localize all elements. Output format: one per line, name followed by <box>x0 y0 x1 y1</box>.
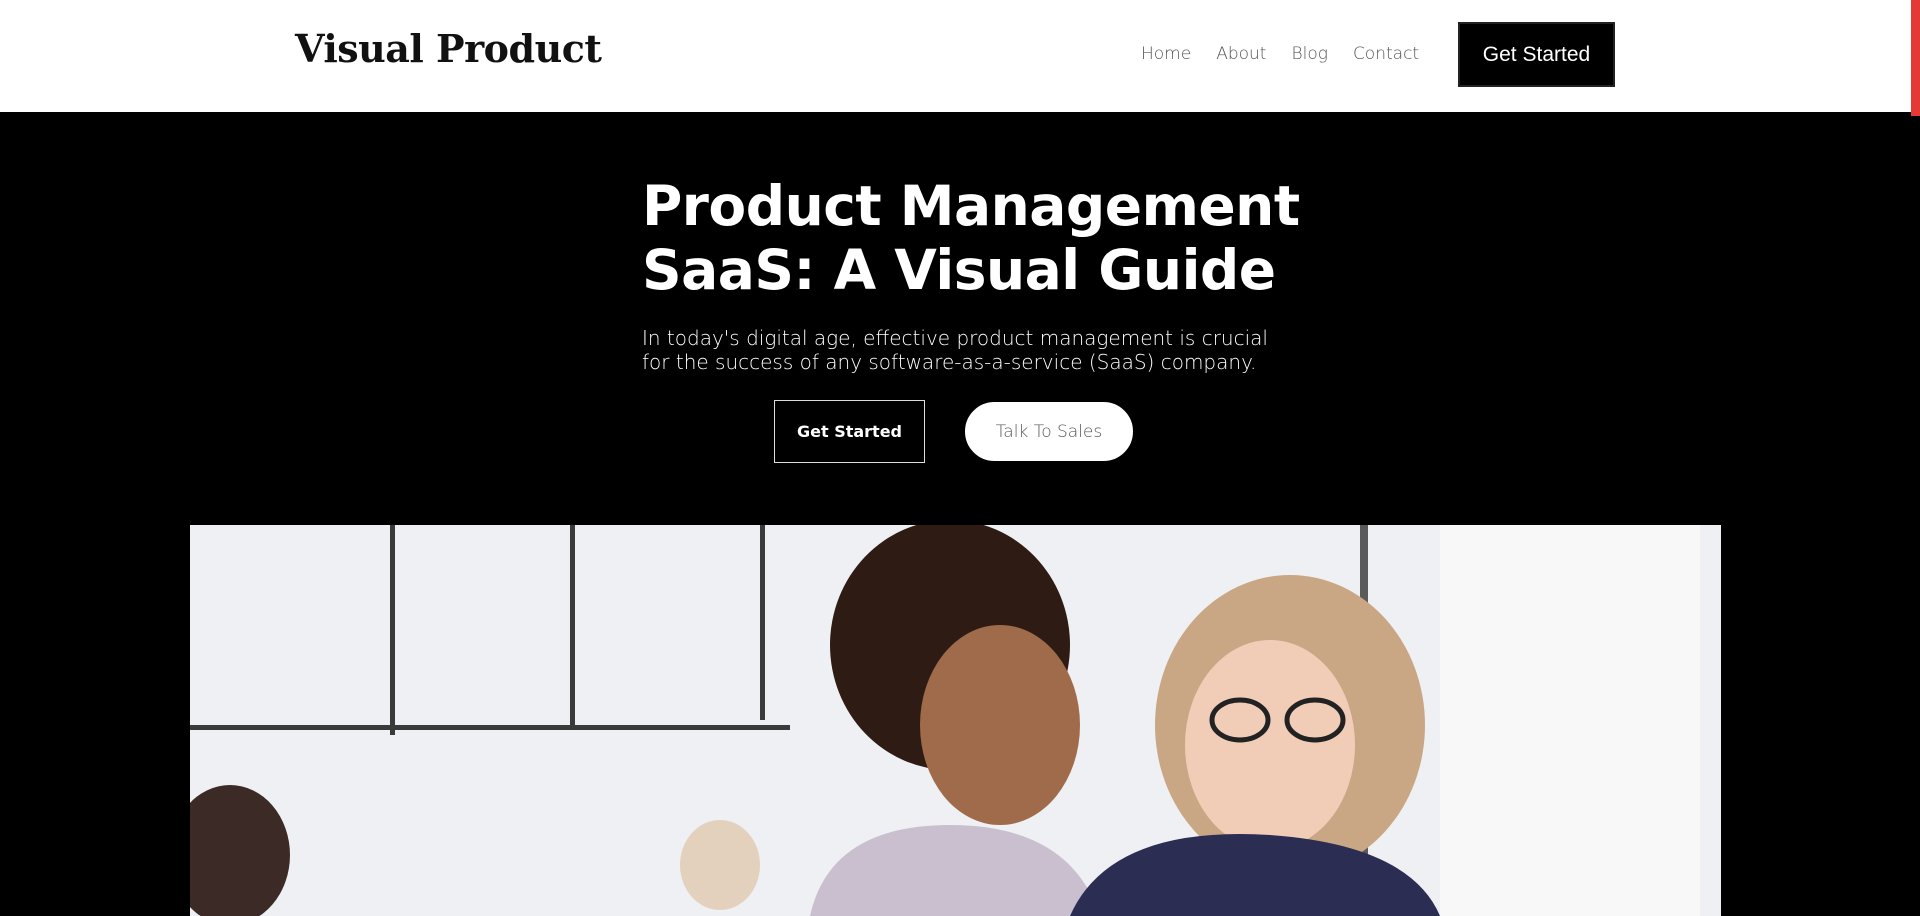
nav-home[interactable]: Home <box>1141 44 1191 64</box>
hero-image <box>190 525 1721 916</box>
nav-blog[interactable]: Blog <box>1291 44 1327 64</box>
main-nav: Home About Blog Contact <box>1141 44 1444 64</box>
talk-to-sales-button[interactable]: Talk To Sales <box>963 400 1135 463</box>
scrollbar-thumb[interactable] <box>1911 0 1920 116</box>
hero-subtitle: In today's digital age, effective produc… <box>642 326 1268 374</box>
nav-about[interactable]: About <box>1216 44 1266 64</box>
header-get-started-button[interactable]: Get Started <box>1458 22 1615 87</box>
hero-title: Product Management SaaS: A Visual Guide <box>642 174 1300 302</box>
get-started-button[interactable]: Get Started <box>774 400 925 463</box>
nav-contact[interactable]: Contact <box>1353 44 1419 64</box>
site-logo[interactable]: Visual Product <box>295 26 602 71</box>
site-header: Visual Product Home About Blog Contact G… <box>0 0 1920 112</box>
hero-photo <box>190 525 1721 916</box>
